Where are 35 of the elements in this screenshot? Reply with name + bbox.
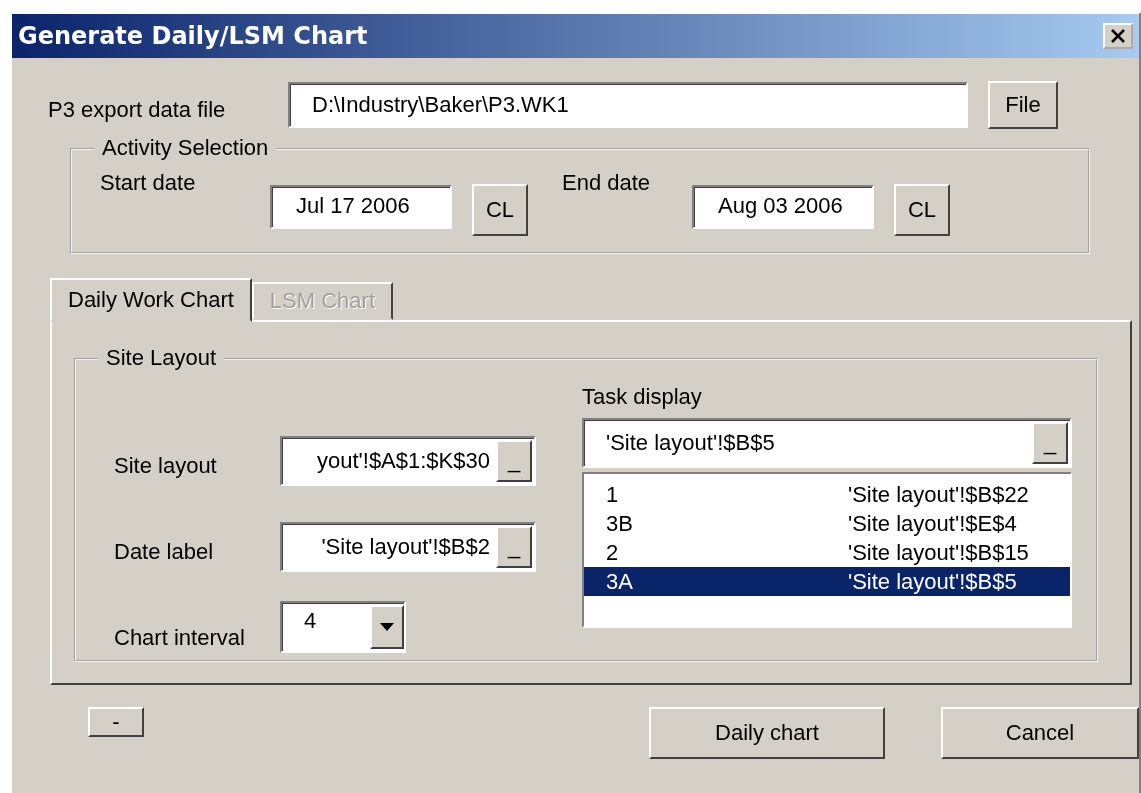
field-value: 'Site layout'!$B$2: [320, 534, 491, 560]
range-field[interactable]: 'Site layout'!$B$5 _: [582, 418, 1072, 468]
dropdown[interactable]: 4: [280, 601, 406, 653]
field-label: Start date: [100, 170, 197, 196]
field-label: End date: [562, 170, 652, 196]
daily-chart-button[interactable]: Daily chart: [649, 707, 885, 759]
field-label: Chart interval: [114, 624, 246, 651]
field-label: P3 export data file: [48, 96, 227, 123]
window-title: Generate Daily/LSM Chart: [18, 22, 369, 50]
field-label: Task display: [582, 384, 703, 410]
date-field[interactable]: Aug 03 2006: [692, 185, 874, 229]
field-label: Site layout: [114, 452, 218, 479]
minus-button[interactable]: -: [88, 707, 144, 737]
dropdown-value: 4: [304, 608, 318, 635]
input-field[interactable]: D:\Industry\Baker\P3.WK1: [288, 82, 968, 128]
calendar-button[interactable]: CL: [894, 184, 950, 236]
list-item[interactable]: 3A 'Site layout'!$B$5: [584, 567, 1070, 596]
list-item[interactable]: 3B 'Site layout'!$E$4: [584, 509, 1070, 538]
close-icon: [1109, 28, 1127, 44]
file-button[interactable]: File: [988, 81, 1058, 129]
cancel-button[interactable]: Cancel: [941, 707, 1139, 759]
close-button[interactable]: [1103, 23, 1133, 49]
range-field[interactable]: yout'!$A$1:$K$30 _: [280, 436, 536, 486]
range-field[interactable]: 'Site layout'!$B$2 _: [280, 522, 536, 572]
collapse-button[interactable]: _: [1032, 422, 1068, 464]
field-value: yout'!$A$1:$K$30: [316, 448, 491, 474]
date-field[interactable]: Jul 17 2006: [270, 185, 452, 229]
collapse-button[interactable]: _: [496, 440, 532, 482]
calendar-button[interactable]: CL: [472, 184, 528, 236]
field-value: 'Site layout'!$B$5: [606, 430, 776, 456]
field-label: Date label: [114, 538, 215, 565]
collapse-button[interactable]: _: [496, 526, 532, 568]
list-item[interactable]: 2 'Site layout'!$B$15: [584, 538, 1070, 567]
list-item[interactable]: 1 'Site layout'!$B$22: [584, 480, 1070, 509]
tab[interactable]: Daily Work Chart: [50, 278, 252, 322]
